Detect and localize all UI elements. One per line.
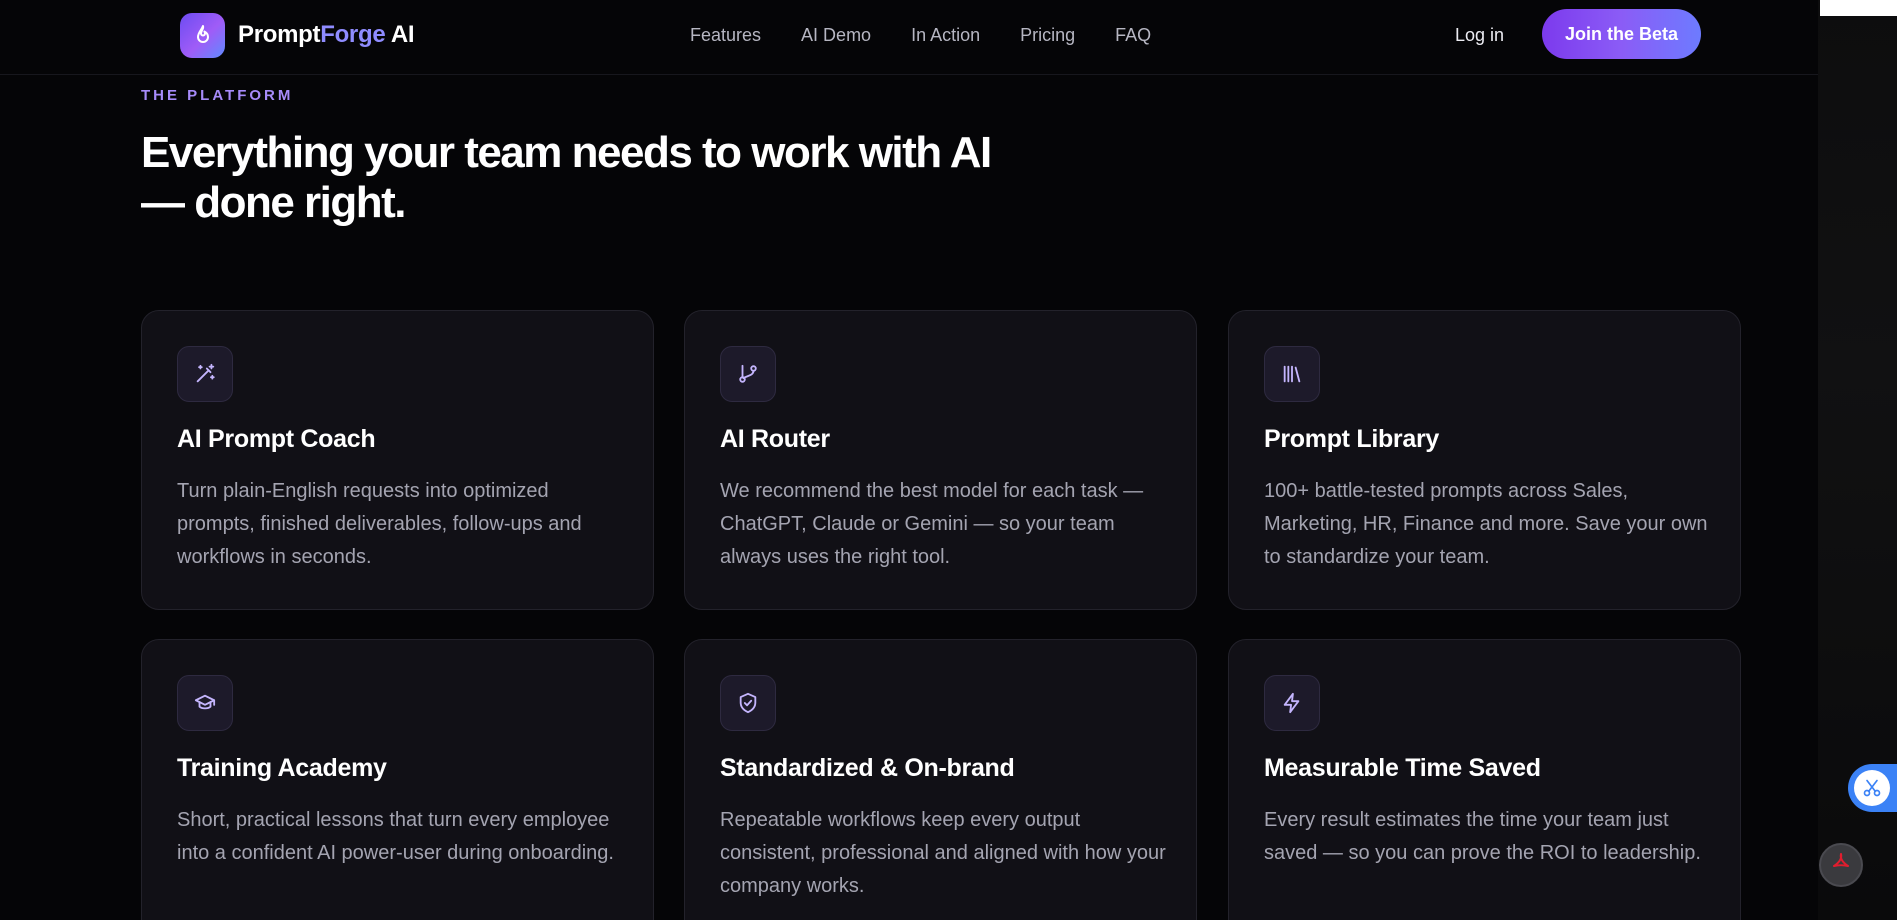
feature-description: Turn plain-English requests into optimiz… [177,480,582,568]
magic-wand-icon [177,346,233,402]
nav-link-features[interactable]: Features [690,22,761,48]
scissors-icon [1854,770,1890,806]
nav-link-pricing[interactable]: Pricing [1020,22,1075,48]
side-panel-header [1820,0,1897,16]
brand-logo-link[interactable]: PromptForge AI [180,12,415,58]
feature-card-prompt-library: Prompt Library 100+ battle-tested prompt… [1228,310,1741,610]
graduation-cap-icon [177,675,233,731]
section-eyebrow: THE PLATFORM [141,87,294,104]
feature-description: We recommend the best model for each tas… [720,480,1144,568]
feature-card-time-saved: Measurable Time Saved Every result estim… [1228,639,1741,920]
screenshot-tool-button[interactable] [1848,764,1897,812]
feature-title: Standardized & On-brand [720,754,1015,782]
landing-page: PromptForge AI Features AI Demo In Actio… [0,0,1818,920]
section-headline: Everything your team needs to work with … [141,128,992,227]
main-nav: Features AI Demo In Action Pricing FAQ [690,22,1151,48]
feature-title: Training Academy [177,754,387,782]
pdf-tool-button[interactable] [1819,843,1863,887]
flame-icon [180,12,225,58]
nav-link-ai-demo[interactable]: AI Demo [801,22,871,48]
nav-link-in-action[interactable]: In Action [911,22,980,48]
navbar: PromptForge AI Features AI Demo In Actio… [0,0,1818,75]
feature-card-prompt-coach: AI Prompt Coach Turn plain-English reque… [141,310,654,610]
lightning-icon [1264,675,1320,731]
join-beta-button[interactable]: Join the Beta [1542,9,1701,59]
feature-description: Repeatable workflows keep every output c… [720,809,1166,897]
brand-name: PromptForge AI [238,21,415,48]
feature-description: Every result estimates the time your tea… [1264,809,1701,864]
feature-card-training-academy: Training Academy Short, practical lesson… [141,639,654,920]
feature-title: Measurable Time Saved [1264,754,1541,782]
shield-check-icon [720,675,776,731]
login-link[interactable]: Log in [1455,22,1504,48]
feature-title: AI Prompt Coach [177,425,376,453]
feature-description: Short, practical lessons that turn every… [177,809,614,864]
feature-description: 100+ battle-tested prompts across Sales,… [1264,480,1708,568]
library-icon [1264,346,1320,402]
pdf-icon [1829,851,1853,880]
nav-link-faq[interactable]: FAQ [1115,22,1151,48]
git-branch-icon [720,346,776,402]
feature-card-ai-router: AI Router We recommend the best model fo… [684,310,1197,610]
feature-title: AI Router [720,425,830,453]
feature-card-standardized: Standardized & On-brand Repeatable workf… [684,639,1197,920]
feature-title: Prompt Library [1264,425,1439,453]
